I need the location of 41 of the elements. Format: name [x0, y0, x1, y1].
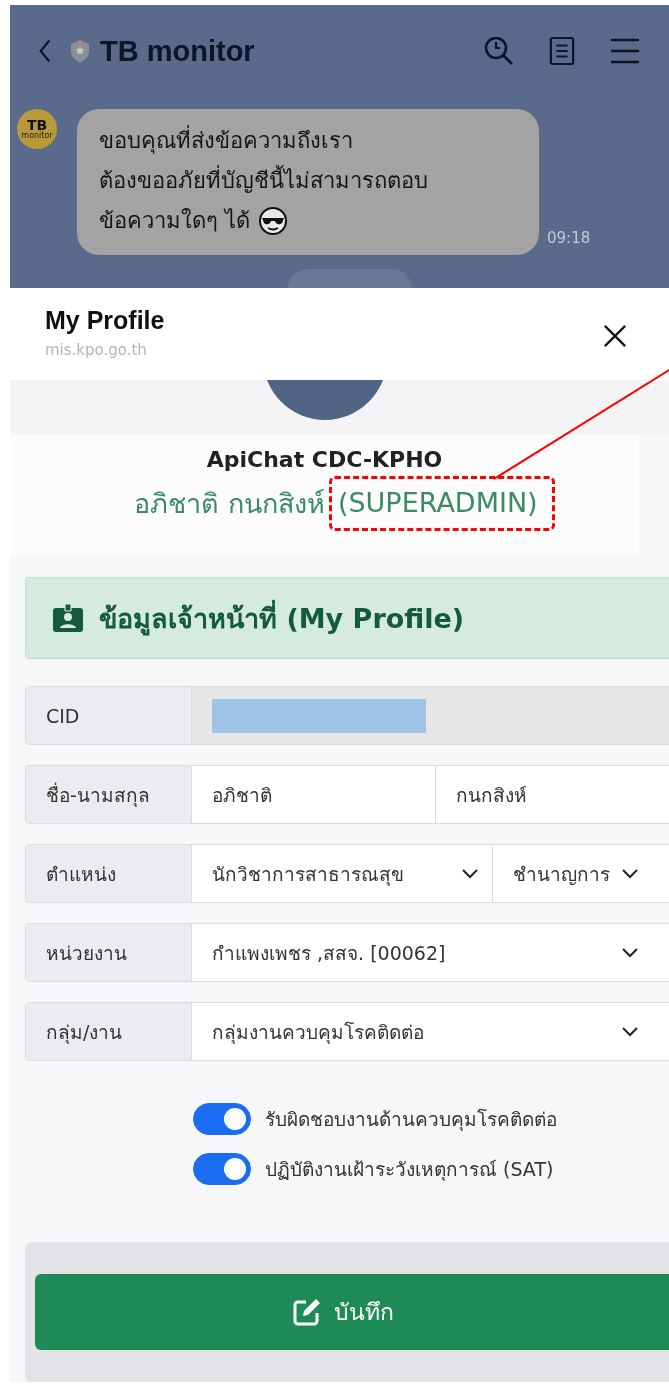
message-text: ต้องขออภัยที่บัญชีนี้ไม่สามารถตอบ	[99, 161, 428, 201]
username: ApiChat CDC-KPHO	[206, 447, 443, 472]
dropdown-value: ชำนาญการ	[513, 861, 610, 887]
chat-title: TB monitor	[100, 34, 255, 68]
sheet-url: mis.kpo.go.th	[45, 341, 148, 359]
chevron-down-icon	[622, 868, 638, 879]
message-text: ขอบคุณที่ส่งข้อความถึงเรา	[99, 121, 353, 161]
close-icon[interactable]	[603, 324, 627, 348]
field-label: ตำแหน่ง	[26, 845, 192, 902]
notes-icon[interactable]	[549, 35, 575, 67]
search-icon[interactable]	[483, 35, 515, 67]
dropdown-value: กำแพงเพชร ,สสจ. [00062]	[212, 940, 446, 966]
toggle-label: ปฏิบัติงานเฝ้าระวังเหตุการณ์ (SAT)	[265, 1157, 554, 1183]
dropdown-value: นักวิชาการสาธารณสุข	[212, 861, 404, 888]
sheet-title: My Profile	[45, 306, 165, 335]
toggle-label: รับผิดชอบงานด้านควบคุมโรคติดต่อ	[265, 1107, 557, 1133]
back-icon[interactable]	[38, 38, 52, 64]
edit-icon	[292, 1297, 322, 1327]
section-title: ข้อมูลเจ้าหน้าที่ (My Profile)	[99, 599, 465, 638]
message-time: 09:18	[547, 229, 591, 247]
account-avatar: TB monitor	[17, 109, 57, 149]
field-label: หน่วยงาน	[26, 924, 192, 981]
role-label: (SUPERADMIN)	[337, 487, 538, 518]
chevron-down-icon	[462, 868, 478, 879]
full-name: อภิชาติ กนกสิงห์	[134, 487, 325, 521]
dropdown-value: กลุ่มงานควบคุมโรคติดต่อ	[212, 1019, 424, 1046]
toggle-switch[interactable]	[193, 1103, 251, 1135]
save-button[interactable]: บันทึก	[35, 1274, 669, 1350]
dropdown[interactable]: นักวิชาการสาธารณสุข	[192, 845, 492, 902]
id-badge-icon	[53, 604, 83, 632]
sunglasses-face-icon	[258, 206, 288, 236]
shield-icon	[70, 39, 90, 63]
message-text: ข้อความใดๆ ได้	[99, 207, 250, 235]
dropdown[interactable]: กลุ่มงานควบคุมโรคติดต่อ	[192, 1003, 669, 1060]
dropdown[interactable]: ชำนาญการ	[492, 845, 669, 902]
toggle-switch[interactable]	[193, 1153, 251, 1185]
chevron-down-icon	[622, 947, 638, 958]
field-label: กลุ่ม/งาน	[26, 1003, 192, 1060]
menu-icon[interactable]	[609, 37, 639, 65]
chevron-down-icon	[622, 1026, 638, 1037]
dropdown[interactable]: กำแพงเพชร ,สสจ. [00062]	[192, 924, 669, 981]
